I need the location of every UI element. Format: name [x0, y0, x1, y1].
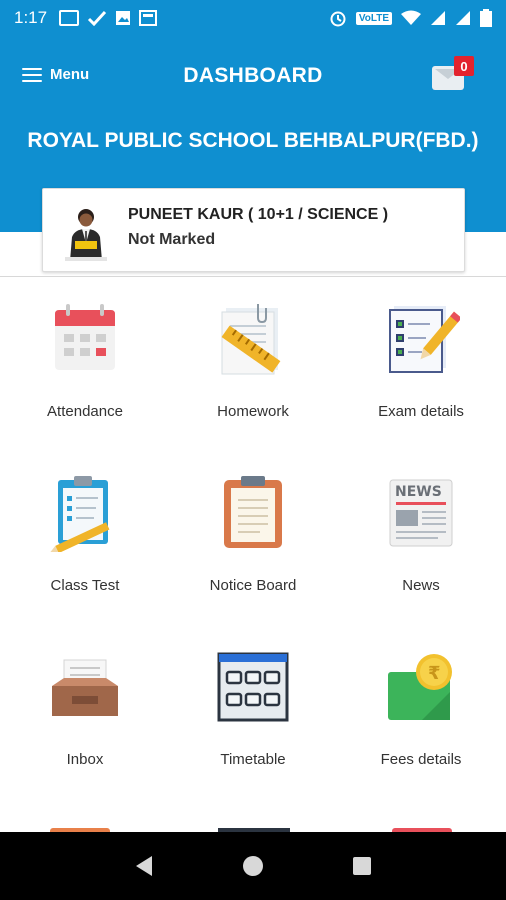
class-test-icon [49, 476, 110, 554]
status-time: 1:17 [14, 8, 48, 27]
signal-icon-2 [456, 11, 470, 25]
check-icon [88, 10, 107, 26]
tile-label: Inbox [66, 751, 104, 768]
class-test-tile[interactable]: Class Test [1, 474, 169, 594]
home-circle-icon [242, 856, 263, 876]
notice-board-icon [224, 476, 282, 548]
tile-label: Exam details [378, 403, 464, 420]
homework-icon [221, 304, 281, 375]
volte-indicator: VoLTE [355, 11, 392, 25]
student-card[interactable]: PUNEET KAUR ( 10+1 / SCIENCE ) Not Marke… [42, 188, 465, 272]
recents-button[interactable] [347, 851, 377, 881]
notice-board-tile[interactable]: Notice Board [169, 474, 337, 594]
partial-row [0, 824, 506, 832]
calendar-icon [55, 304, 115, 370]
news-tile[interactable]: NEWS News [337, 474, 505, 594]
signal-icon [431, 11, 445, 25]
exam-details-tile[interactable]: Exam details [337, 300, 505, 420]
system-icons: VoLTE [329, 9, 492, 27]
tile-label: Attendance [47, 403, 123, 420]
system-nav-bar [0, 832, 506, 900]
mail-count-badge: 0 [454, 56, 474, 76]
homework-tile[interactable]: Homework [169, 300, 337, 420]
tile-label: Class Test [50, 577, 120, 594]
tile-label: Homework [217, 403, 289, 420]
tile-label: News [402, 577, 440, 594]
fees-icon: ₹ [388, 654, 452, 720]
fees-details-tile[interactable]: ₹ Fees details [337, 648, 505, 768]
image-icon [116, 11, 131, 25]
home-button[interactable] [238, 851, 268, 881]
back-button[interactable] [129, 851, 159, 881]
status-bar: 1:17 VoLTE [0, 0, 506, 36]
tile-label: Timetable [220, 751, 286, 768]
student-avatar [65, 209, 107, 261]
attendance-tile[interactable]: Attendance [1, 300, 169, 420]
student-name: PUNEET KAUR ( 10+1 / SCIENCE ) [128, 206, 389, 223]
tile-label: Notice Board [209, 577, 297, 594]
app-notification-icon [59, 10, 80, 26]
svg-text:₹: ₹ [428, 663, 441, 684]
divider [0, 276, 506, 277]
news-notif-icon [139, 10, 158, 26]
alarm-icon [330, 11, 346, 27]
recents-square-icon [352, 857, 371, 875]
back-triangle-icon [136, 856, 153, 876]
notification-icons [59, 10, 158, 26]
timetable-icon [217, 652, 289, 722]
svg-text:NEWS: NEWS [395, 484, 442, 500]
wifi-icon [401, 10, 421, 25]
page-title: DASHBOARD [183, 64, 323, 87]
timetable-tile[interactable]: Timetable [169, 648, 337, 768]
news-icon: NEWS [389, 479, 453, 547]
inbox-tile[interactable]: Inbox [1, 648, 169, 768]
inbox-icon [52, 659, 118, 716]
tile-label: Fees details [380, 751, 462, 768]
battery-icon [480, 9, 492, 27]
attendance-status: Not Marked [128, 231, 216, 248]
exam-details-icon [389, 306, 462, 373]
school-name: ROYAL PUBLIC SCHOOL BEHBALPUR(FBD.) [27, 129, 479, 152]
